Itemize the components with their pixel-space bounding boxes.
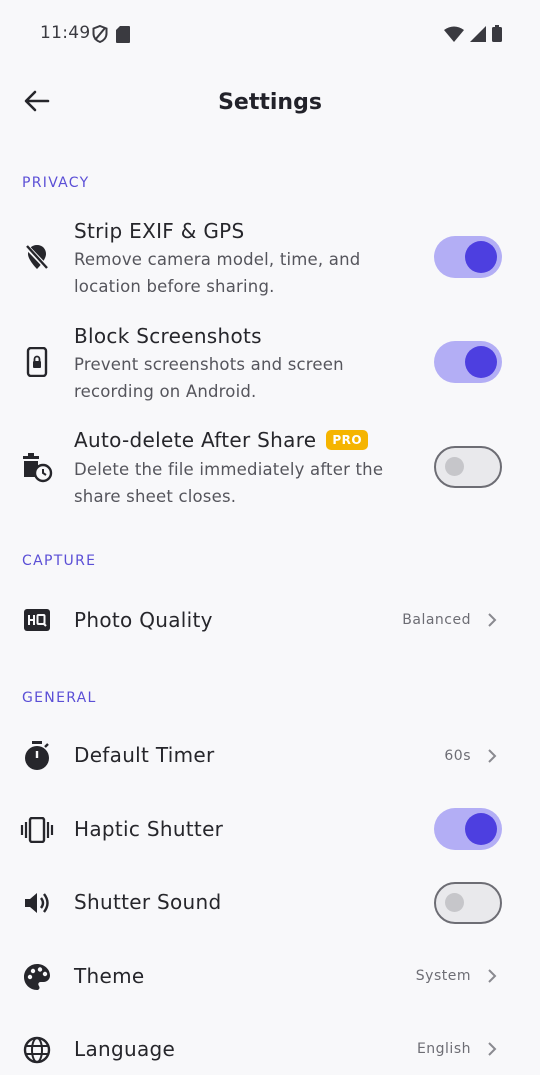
block-screenshots-title: Block Screenshots — [74, 324, 262, 348]
language-title: Language — [74, 1037, 176, 1061]
app-bar: Settings — [0, 68, 540, 140]
theme-title: Theme — [74, 964, 145, 988]
battery-icon — [492, 25, 502, 46]
cell-signal-icon — [470, 25, 486, 46]
auto-delete-title: Auto-delete After Share — [74, 428, 317, 452]
location-off-icon — [20, 240, 54, 274]
auto-delete-subtitle: Delete the file immediately after the sh… — [74, 460, 384, 506]
chevron-right-icon — [484, 612, 500, 628]
setting-shutter-sound[interactable]: Shutter Sound — [0, 873, 540, 933]
section-header-capture: CAPTURE — [22, 553, 97, 569]
block-screenshots-subtitle: Prevent screenshots and screen recording… — [74, 355, 344, 401]
status-time: 11:49 — [40, 23, 91, 43]
setting-photo-quality[interactable]: Photo Quality Balanced — [0, 590, 540, 650]
chevron-right-icon — [484, 748, 500, 764]
vibration-icon — [20, 813, 54, 847]
toggle-knob — [445, 457, 464, 476]
setting-block-screenshots[interactable]: Block Screenshots Prevent screenshots an… — [0, 318, 540, 418]
toggle-knob — [445, 893, 464, 912]
strip-exif-toggle[interactable] — [434, 236, 502, 278]
chevron-right-icon — [484, 968, 500, 984]
page-title: Settings — [218, 90, 322, 115]
section-header-privacy: PRIVACY — [22, 175, 90, 191]
volume-icon — [20, 886, 54, 920]
delete-clock-icon — [20, 451, 54, 485]
hq-icon — [20, 603, 54, 637]
block-screenshots-toggle[interactable] — [434, 341, 502, 383]
strip-exif-subtitle: Remove camera model, time, and location … — [74, 250, 361, 296]
shutter-sound-toggle[interactable] — [434, 882, 502, 924]
setting-haptic-shutter[interactable]: Haptic Shutter — [0, 800, 540, 860]
auto-delete-toggle[interactable] — [434, 446, 502, 488]
language-value: English — [416, 1041, 471, 1057]
palette-icon — [20, 960, 54, 994]
setting-auto-delete[interactable]: Auto-delete After Share PRO Delete the fi… — [0, 424, 540, 524]
default-timer-title: Default Timer — [74, 743, 215, 767]
haptic-shutter-toggle[interactable] — [434, 808, 502, 850]
chevron-right-icon — [484, 1041, 500, 1057]
pro-badge: PRO — [326, 430, 369, 450]
setting-default-timer[interactable]: Default Timer 60s — [0, 727, 540, 787]
timer-icon — [20, 739, 54, 773]
toggle-knob — [465, 241, 497, 273]
auto-delete-title-line: Auto-delete After Share PRO — [74, 428, 369, 452]
setting-strip-exif[interactable]: Strip EXIF & GPS Remove camera model, ti… — [0, 212, 540, 312]
status-bar: 11:49 — [0, 0, 540, 68]
photo-quality-title: Photo Quality — [74, 608, 213, 632]
setting-language[interactable]: Language English — [0, 1020, 540, 1075]
shield-icon — [92, 24, 108, 47]
sd-card-icon — [116, 25, 130, 47]
strip-exif-title: Strip EXIF & GPS — [74, 219, 245, 243]
phone-lock-icon — [20, 345, 54, 379]
wifi-icon — [444, 26, 464, 46]
photo-quality-value: Balanced — [402, 612, 471, 628]
default-timer-value: 60s — [444, 748, 471, 764]
shutter-sound-title: Shutter Sound — [74, 890, 222, 914]
toggle-knob — [465, 813, 497, 845]
haptic-shutter-title: Haptic Shutter — [74, 817, 224, 841]
theme-value: System — [415, 968, 471, 984]
section-header-general: GENERAL — [22, 690, 97, 706]
globe-icon — [20, 1033, 54, 1067]
setting-theme[interactable]: Theme System — [0, 947, 540, 1007]
toggle-knob — [465, 346, 497, 378]
